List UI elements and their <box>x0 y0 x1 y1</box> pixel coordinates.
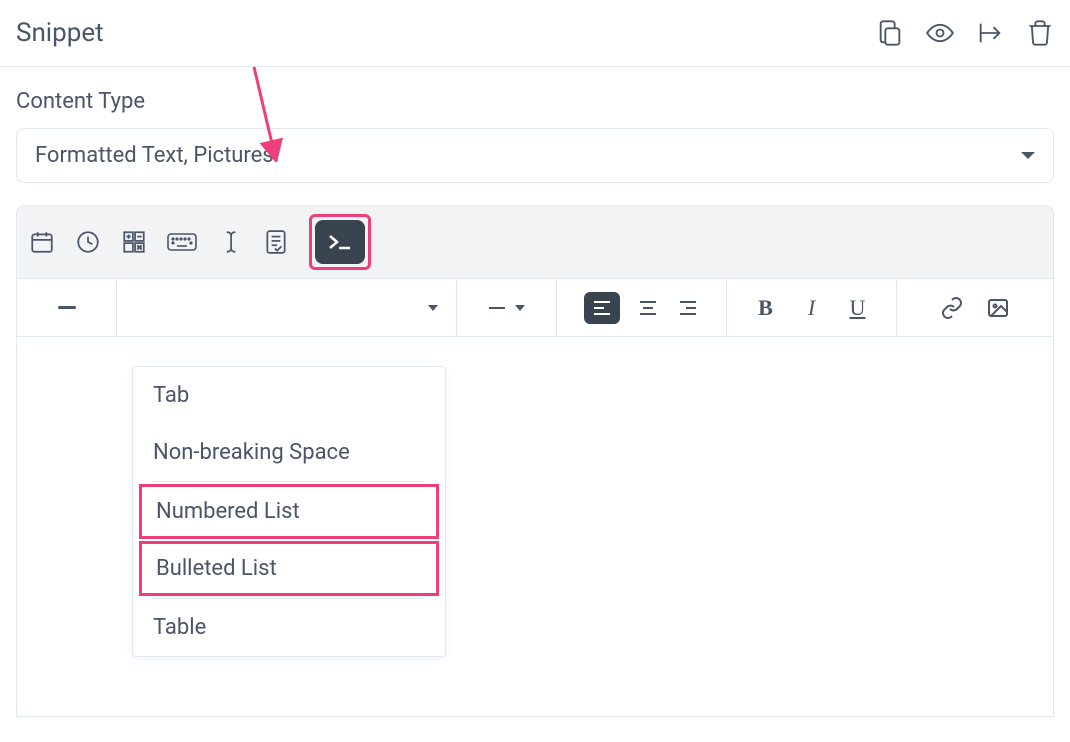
dash-icon <box>489 307 505 309</box>
image-icon[interactable] <box>986 296 1010 320</box>
media-group <box>897 279 1053 336</box>
dash-icon <box>58 306 76 309</box>
align-left-button[interactable] <box>584 292 620 324</box>
style-dropdown[interactable] <box>117 279 457 336</box>
chevron-down-icon <box>428 305 438 311</box>
link-icon[interactable] <box>940 296 964 320</box>
content-type-select[interactable]: Formatted Text, Pictures <box>16 128 1054 183</box>
menu-item-numbered-list[interactable]: Numbered List <box>139 484 439 539</box>
text-cursor-icon[interactable] <box>217 229 243 255</box>
content-type-value: Formatted Text, Pictures <box>35 143 274 168</box>
keyboard-icon[interactable] <box>167 231 197 253</box>
export-icon[interactable] <box>976 19 1004 47</box>
clock-icon[interactable] <box>75 229 101 255</box>
menu-item-tab[interactable]: Tab <box>133 367 445 424</box>
text-style-group: B I U <box>727 279 897 336</box>
menu-item-table[interactable]: Table <box>133 599 445 656</box>
highlight-terminal <box>309 214 371 270</box>
chevron-down-icon <box>1021 152 1035 159</box>
header-actions <box>876 19 1054 47</box>
italic-button[interactable]: I <box>800 295 824 321</box>
alignment-group <box>557 279 727 336</box>
snippet-icon[interactable] <box>263 229 289 255</box>
menu-item-bulleted-list[interactable]: Bulleted List <box>139 541 439 596</box>
align-right-button[interactable] <box>676 296 700 320</box>
header-bar: Snippet <box>0 0 1070 67</box>
page-title: Snippet <box>16 18 104 48</box>
copy-icon[interactable] <box>876 19 904 47</box>
script-button[interactable] <box>315 220 365 264</box>
underline-button[interactable]: U <box>846 295 870 321</box>
calendar-icon[interactable] <box>29 229 55 255</box>
align-center-button[interactable] <box>636 296 660 320</box>
form-icon[interactable] <box>121 229 147 255</box>
size-dropdown[interactable] <box>457 279 557 336</box>
content-type-label: Content Type <box>0 67 1070 128</box>
menu-item-nbsp[interactable]: Non-breaking Space <box>133 424 445 481</box>
insert-dropdown: Tab Non-breaking Space Numbered List Bul… <box>132 366 446 657</box>
delete-icon[interactable] <box>1026 19 1054 47</box>
bold-button[interactable]: B <box>754 295 778 321</box>
indent-cell[interactable] <box>17 279 117 336</box>
toolbar-insert <box>16 205 1054 279</box>
preview-icon[interactable] <box>926 19 954 47</box>
menu-divider <box>153 481 425 482</box>
chevron-down-icon <box>515 305 525 311</box>
toolbar-format: B I U <box>16 279 1054 337</box>
